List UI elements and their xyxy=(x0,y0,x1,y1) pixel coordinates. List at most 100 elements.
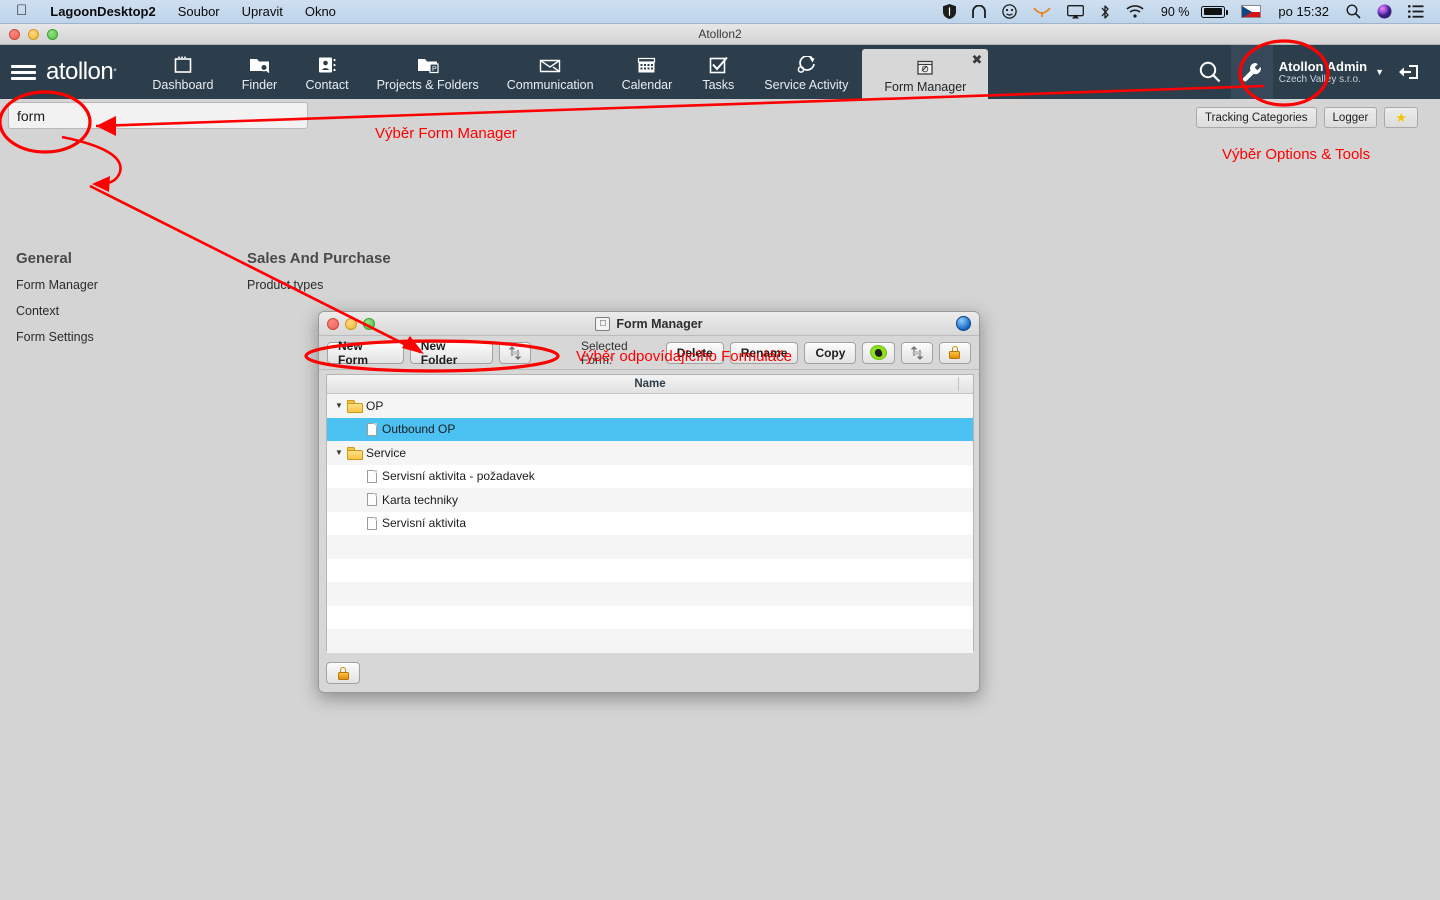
dialog-zoom-button[interactable] xyxy=(363,318,375,330)
close-icon[interactable]: ✖ xyxy=(971,53,982,66)
notification-center-icon[interactable] xyxy=(1400,0,1432,24)
tab-label: Communication xyxy=(506,78,594,92)
logger-button[interactable]: Logger xyxy=(1323,107,1378,128)
tab-projects-folders[interactable]: P Projects & Folders xyxy=(363,45,493,99)
lock-icon-button[interactable] xyxy=(938,341,971,364)
blue-orb-icon[interactable] xyxy=(956,316,971,331)
row-label: Karta techniky xyxy=(382,492,459,507)
zoom-window-button[interactable] xyxy=(47,29,58,40)
siri-icon[interactable] xyxy=(1369,0,1400,24)
lock-icon xyxy=(337,666,349,680)
tree-row-outbound-op[interactable]: Outbound OP xyxy=(327,417,973,441)
tab-label: Finder xyxy=(241,78,278,92)
page-content: General Form Manager Context Form Settin… xyxy=(0,99,1440,900)
tab-tasks[interactable]: Tasks xyxy=(686,45,750,99)
dialog-traffic-lights[interactable] xyxy=(327,318,375,330)
smiley-icon[interactable] xyxy=(994,0,1025,24)
tab-dashboard[interactable]: Dashboard xyxy=(138,45,227,99)
footer-lock-icon-button[interactable] xyxy=(326,662,360,684)
arc-icon[interactable] xyxy=(964,0,994,24)
tab-form-manager[interactable]: ✖ Form Manager xyxy=(862,49,989,99)
airplay-icon[interactable] xyxy=(1059,0,1092,24)
dashboard-icon xyxy=(173,52,193,74)
green-highlight-icon xyxy=(870,345,888,360)
tree-row-empty[interactable] xyxy=(327,535,973,559)
tab-service-activity[interactable]: Service Activity xyxy=(750,45,862,99)
dialog-footer xyxy=(326,662,360,684)
tab-communication[interactable]: Communication xyxy=(493,45,608,99)
hamburger-menu-icon[interactable] xyxy=(0,45,46,99)
tree-row-empty[interactable] xyxy=(327,558,973,582)
minimize-window-button[interactable] xyxy=(28,29,39,40)
new-folder-button[interactable]: New Folder xyxy=(409,339,493,367)
search-icon[interactable] xyxy=(1338,0,1369,24)
import-export-icon xyxy=(909,345,924,360)
column-heading-general: General xyxy=(16,250,72,267)
new-form-button[interactable]: New Form xyxy=(327,339,404,367)
calendar-icon xyxy=(637,52,656,74)
options-tools-wrench-icon[interactable] xyxy=(1230,45,1273,99)
shield-icon[interactable] xyxy=(935,0,964,24)
import-export-icon-button[interactable] xyxy=(498,341,531,364)
link-form-manager[interactable]: Form Manager xyxy=(16,278,98,292)
form-window-icon: ☐ xyxy=(595,316,611,331)
menubar-clock[interactable]: po 15:32 xyxy=(1269,4,1338,19)
tree-row-servisni-aktivita-pozadavek[interactable]: Servisní aktivita - požadavek xyxy=(327,464,973,488)
link-form-settings[interactable]: Form Settings xyxy=(16,330,94,344)
tree-row-karta-techniky[interactable]: Karta techniky xyxy=(327,488,973,512)
sync-icon-button[interactable] xyxy=(900,341,933,364)
link-context[interactable]: Context xyxy=(16,304,59,318)
user-menu[interactable]: Atollon Admin Czech Valley s.r.o. xyxy=(1273,59,1373,86)
chevron-down-icon[interactable]: ▼ xyxy=(335,448,343,457)
row-label: Servisní aktivita - požadavek xyxy=(382,469,535,484)
dialog-close-button[interactable] xyxy=(327,318,339,330)
rename-button[interactable]: Rename xyxy=(729,341,799,364)
tree-row-servisni-aktivita[interactable]: Servisní aktivita xyxy=(327,511,973,535)
apple-icon[interactable]:  xyxy=(10,3,39,20)
contact-card-icon xyxy=(317,52,337,74)
tab-calendar[interactable]: Calendar xyxy=(608,45,687,99)
checkbox-icon xyxy=(709,52,728,74)
menubar-app-name[interactable]: LagoonDesktop2 xyxy=(39,4,166,19)
favorite-star-button[interactable]: ★ xyxy=(1384,107,1418,128)
row-label: OP xyxy=(366,398,384,413)
global-search-icon[interactable] xyxy=(1189,45,1231,99)
menubar-menu-soubor[interactable]: Soubor xyxy=(167,4,231,19)
tree-row-empty[interactable] xyxy=(327,605,973,629)
tab-label: Service Activity xyxy=(764,78,849,92)
list-column-header[interactable]: Name xyxy=(327,375,973,394)
tree-row-folder-op[interactable]: ▼ OP xyxy=(327,394,973,418)
dialog-minimize-button[interactable] xyxy=(345,318,357,330)
tab-label: Form Manager xyxy=(884,80,967,94)
tree-row-empty[interactable] xyxy=(327,629,973,653)
window-traffic-lights[interactable] xyxy=(9,29,58,40)
wifi-icon[interactable] xyxy=(1118,0,1152,24)
green-highlight-icon-button[interactable] xyxy=(862,341,895,364)
form-window-icon xyxy=(916,54,934,76)
orange-curve-icon[interactable] xyxy=(1025,0,1059,24)
copy-button[interactable]: Copy xyxy=(804,341,857,364)
chevron-down-icon[interactable]: ▼ xyxy=(335,401,343,410)
tree-row-folder-service[interactable]: ▼ Service xyxy=(327,441,973,465)
macos-menubar:  LagoonDesktop2 Soubor Upravit Okno 90 … xyxy=(0,0,1440,24)
brand-mark: ° xyxy=(113,67,117,77)
forms-tree-list[interactable]: Name ▼ OP Outbound OP ▼ Service Servisní… xyxy=(326,374,974,653)
tree-row-empty[interactable] xyxy=(327,582,973,606)
search-field-wrapper xyxy=(8,102,308,129)
chevron-down-icon[interactable]: ▼ xyxy=(1373,67,1388,77)
logout-icon[interactable] xyxy=(1388,62,1428,82)
bluetooth-icon[interactable] xyxy=(1092,0,1118,24)
menubar-menu-upravit[interactable]: Upravit xyxy=(231,4,294,19)
close-window-button[interactable] xyxy=(9,29,20,40)
czech-flag-icon[interactable] xyxy=(1233,0,1269,24)
battery-icon[interactable] xyxy=(1193,0,1233,24)
tab-finder[interactable]: Finder xyxy=(228,45,292,99)
delete-button[interactable]: Delete xyxy=(665,341,724,364)
menubar-menu-okno[interactable]: Okno xyxy=(294,4,347,19)
tab-contact[interactable]: Contact xyxy=(292,45,363,99)
tab-label: Contact xyxy=(305,78,349,92)
projects-folder-icon: P xyxy=(417,52,439,74)
search-input[interactable] xyxy=(8,102,308,129)
tracking-categories-button[interactable]: Tracking Categories xyxy=(1196,107,1317,128)
link-product-types[interactable]: Product types xyxy=(247,278,323,292)
